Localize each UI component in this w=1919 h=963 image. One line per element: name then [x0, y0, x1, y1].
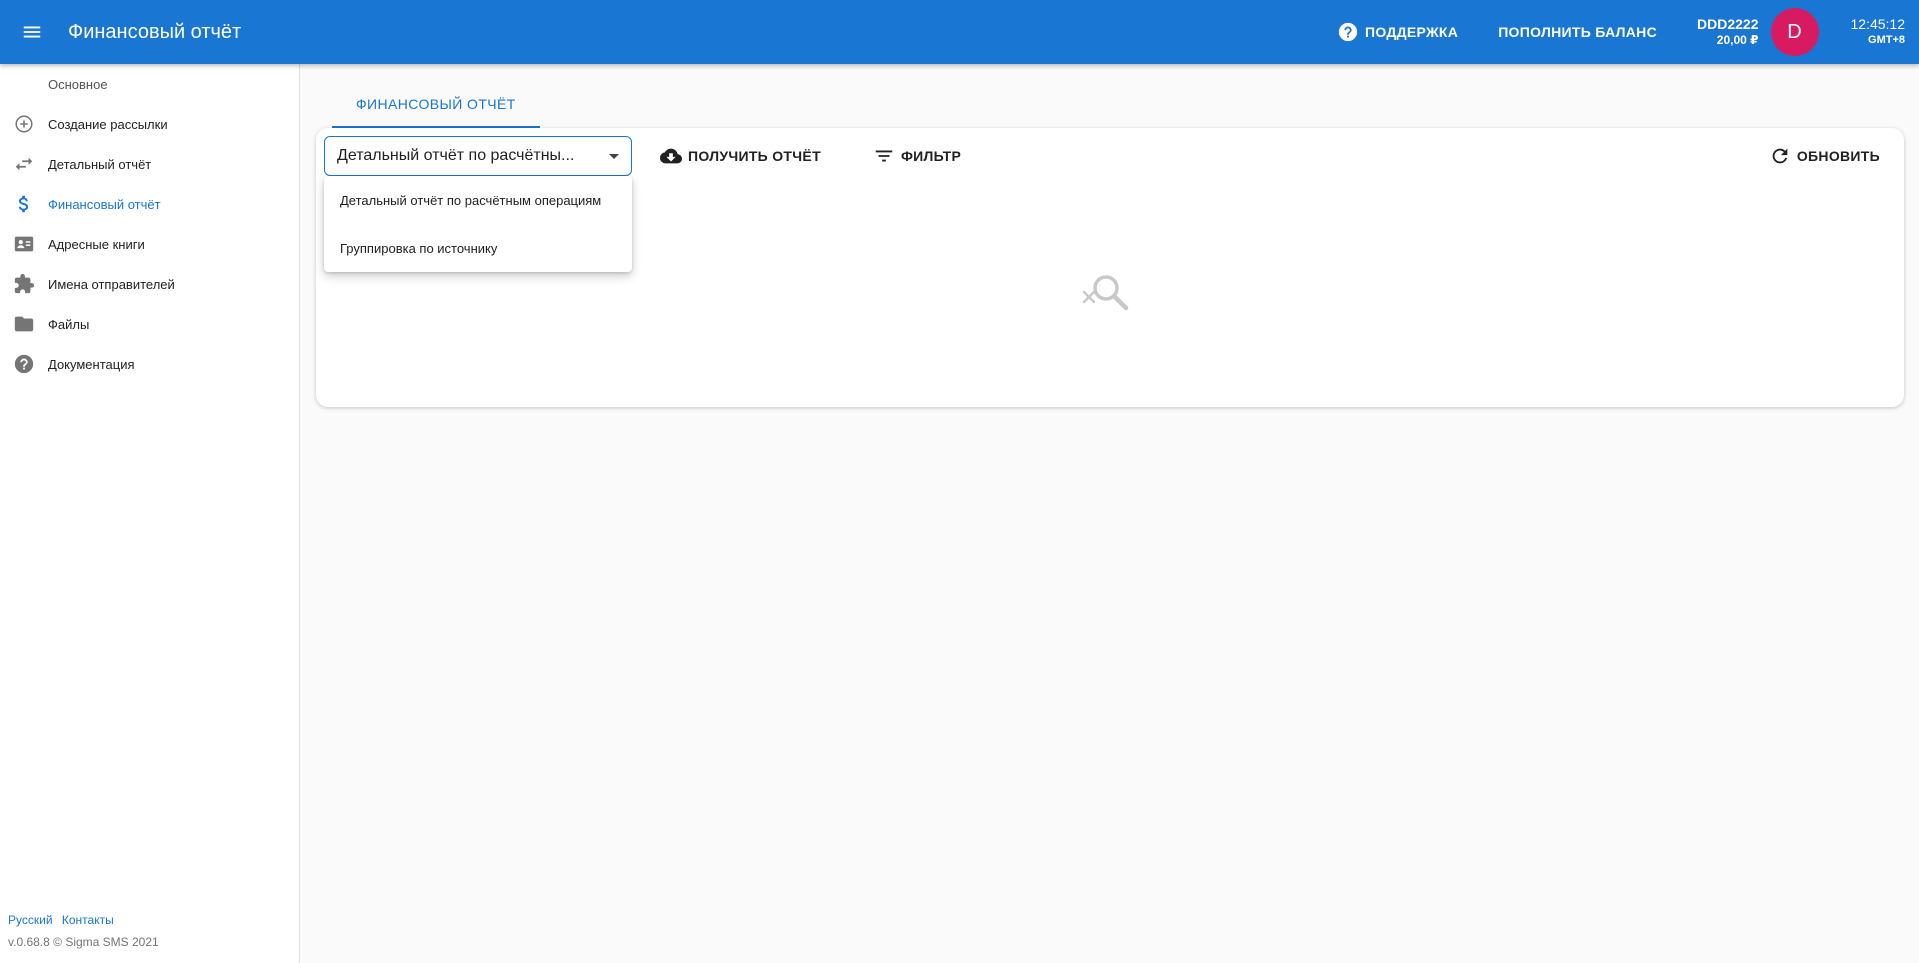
tab-financial-report[interactable]: ФИНАНСОВЫЙ ОТЧЁТ: [332, 82, 540, 128]
tab-bar: ФИНАНСОВЫЙ ОТЧЁТ: [332, 82, 540, 128]
menu-icon: [23, 26, 41, 38]
caret-down-icon: [609, 154, 619, 159]
clock-timezone: GMT+8: [1868, 34, 1905, 46]
language-link[interactable]: Русский: [8, 913, 53, 927]
filter-icon: [875, 150, 893, 162]
sidebar-item-create-mailing[interactable]: Создание рассылки: [0, 104, 299, 144]
dropdown-option-settlement-operations[interactable]: Детальный отчёт по расчётным операциям: [324, 176, 632, 224]
menu-button[interactable]: [0, 0, 64, 64]
dollar-icon: [0, 193, 48, 215]
avatar[interactable]: D: [1770, 8, 1819, 56]
report-toolbar: Детальный отчёт по расчётны... ПОЛУЧИТЬ …: [324, 136, 1896, 176]
help-icon: [1338, 22, 1358, 42]
contacts-link[interactable]: Контакты: [62, 913, 114, 927]
sidebar-item-label: Документация: [48, 356, 135, 372]
clock: 12:45:12 GMT+8: [1851, 16, 1906, 48]
get-report-button[interactable]: ПОЛУЧИТЬ ОТЧЁТ: [644, 138, 837, 174]
sidebar-item-documentation[interactable]: Документация: [0, 344, 299, 384]
puzzle-icon: [0, 273, 48, 295]
help-icon: [0, 353, 48, 375]
sidebar-item-sender-names[interactable]: Имена отправителей: [0, 264, 299, 304]
refresh-icon: [1772, 148, 1788, 164]
report-type-select[interactable]: Детальный отчёт по расчётны...: [324, 136, 632, 176]
dropdown-option-group-by-source[interactable]: Группировка по источнику: [324, 224, 632, 272]
report-type-value: Детальный отчёт по расчётны...: [337, 147, 575, 164]
sidebar-item-label: Адресные книги: [48, 236, 145, 252]
sidebar-item-label: Файлы: [48, 316, 90, 332]
page-title: Финансовый отчёт: [68, 20, 242, 43]
sidebar-section-title: Основное: [48, 76, 108, 92]
account-info[interactable]: DDD2222 20,00 ₽: [1697, 16, 1758, 48]
sidebar-item-files[interactable]: Файлы: [0, 304, 299, 344]
sidebar-item-label: Детальный отчёт: [48, 156, 152, 172]
top-up-label: ПОПОЛНИТЬ БАЛАНС: [1498, 24, 1658, 40]
app-bar: Финансовый отчёт ПОДДЕРЖКА ПОПОЛНИТЬ БАЛ…: [0, 0, 1919, 64]
filter-button[interactable]: ФИЛЬТР: [857, 138, 977, 174]
sidebar-item-address-books[interactable]: Адресные книги: [0, 224, 299, 264]
sidebar-item-financial-report[interactable]: Финансовый отчёт: [0, 184, 299, 224]
sidebar-footer: Русский Контакты v.0.68.8 © Sigma SMS 20…: [8, 909, 159, 953]
refresh-button[interactable]: ОБНОВИТЬ: [1753, 138, 1896, 174]
sidebar-item-label: Имена отправителей: [48, 276, 175, 292]
report-type-dropdown: Детальный отчёт по расчётным операциям Г…: [324, 176, 632, 272]
sidebar-item-label: Создание рассылки: [48, 116, 168, 132]
top-up-balance-button[interactable]: ПОПОЛНИТЬ БАЛАНС: [1478, 12, 1677, 52]
clock-time: 12:45:12: [1850, 16, 1906, 32]
support-label: ПОДДЕРЖКА: [1364, 24, 1459, 40]
swap-arrows-icon: [0, 153, 48, 175]
search-off-icon: [1082, 275, 1129, 311]
support-button[interactable]: ПОДДЕРЖКА: [1317, 12, 1478, 52]
refresh-label: ОБНОВИТЬ: [1796, 148, 1880, 164]
folder-icon: [0, 313, 48, 335]
cloud-download-icon: [660, 148, 682, 164]
get-report-label: ПОЛУЧИТЬ ОТЧЁТ: [688, 148, 821, 164]
account-balance: 20,00 ₽: [1716, 33, 1759, 47]
version-text: v.0.68.8 © Sigma SMS 2021: [8, 935, 159, 949]
sidebar-item-detailed-report[interactable]: Детальный отчёт: [0, 144, 299, 184]
filter-label: ФИЛЬТР: [900, 148, 962, 164]
account-name: DDD2222: [1697, 16, 1759, 32]
sidebar-item-label: Финансовый отчёт: [48, 196, 161, 212]
add-circle-icon: [0, 113, 48, 135]
sidebar: Основное Создание рассылки Детальный отч…: [0, 64, 300, 963]
contact-card-icon: [0, 233, 48, 255]
